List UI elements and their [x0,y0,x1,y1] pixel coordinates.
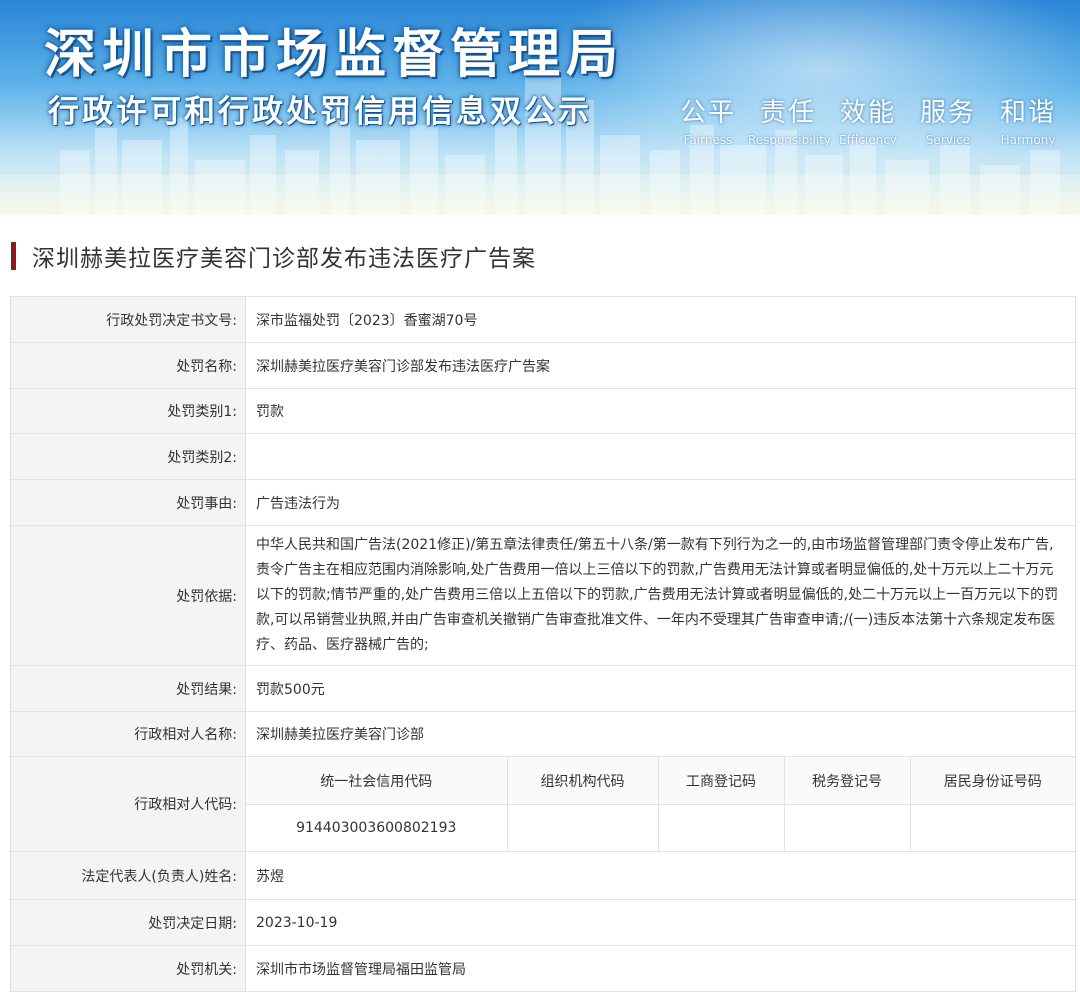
slogan-fairness: 公平 Fairness [668,92,748,147]
slogan-en: Service [925,133,971,147]
table-row: 处罚事由: 广告违法行为 [10,479,1076,526]
code-value: 914403003600802193 [246,804,507,851]
field-value-penalty-name: 深圳赫美拉医疗美容门诊部发布违法医疗广告案 [245,342,1076,389]
site-banner: 深圳市市场监督管理局 行政许可和行政处罚信用信息双公示 公平 Fairness … [0,0,1080,215]
slogan-en: Harmony [1000,133,1056,147]
field-value-basis: 中华人民共和国广告法(2021修正)/第五章法律责任/第五十八条/第一款有下列行… [245,525,1076,666]
field-label: 处罚事由: [10,479,246,526]
slogan-en: Fairness [683,133,733,147]
slogan-cn: 公平 [679,98,736,128]
field-label: 处罚类别1: [10,388,246,434]
case-heading: 深圳赫美拉医疗美容门诊部发布违法医疗广告案 [0,238,536,274]
table-row: 处罚结果: 罚款500元 [10,665,1076,712]
field-label: 法定代表人(负责人)姓名: [10,851,246,900]
field-label: 处罚名称: [10,342,246,389]
field-label: 行政处罚决定书文号: [10,296,246,343]
agency-title: 深圳市市场监督管理局 [44,25,625,85]
table-row: 法定代表人(负责人)姓名: 苏煜 [10,851,1076,900]
code-header: 统一社会信用代码 [246,757,507,805]
field-label: 行政相对人名称: [10,711,246,757]
field-value-party-name: 深圳赫美拉医疗美容门诊部 [245,711,1076,757]
field-label: 处罚结果: [10,665,246,712]
slogan-cn: 效能 [839,98,896,128]
slogan-cn: 责任 [759,98,816,128]
field-label: 行政相对人代码: [10,756,246,852]
code-value [506,804,658,851]
penalty-info-table: 行政处罚决定书文号: 深市监福处罚〔2023〕香蜜湖70号 处罚名称: 深圳赫美… [10,296,1076,992]
code-value-row: 914403003600802193 [246,804,1075,851]
slogan-cn: 和谐 [999,98,1056,128]
case-title: 深圳赫美拉医疗美容门诊部发布违法医疗广告案 [32,246,536,272]
table-row: 行政相对人名称: 深圳赫美拉医疗美容门诊部 [10,711,1076,757]
slogan-en: Responsibility [748,133,832,147]
field-label: 处罚依据: [10,525,246,666]
slogan-responsibility: 责任 Responsibility [748,92,832,147]
party-code-cell: 统一社会信用代码 组织机构代码 工商登记码 税务登记号 居民身份证号码 9144… [245,756,1076,852]
table-row: 处罚类别1: 罚款 [10,388,1076,434]
code-header: 工商登记码 [657,757,784,805]
field-label: 处罚类别2: [10,433,246,480]
slogan-harmony: 和谐 Harmony [988,92,1068,147]
table-row: 处罚依据: 中华人民共和国广告法(2021修正)/第五章法律责任/第五十八条/第… [10,525,1076,666]
slogan-row: 公平 Fairness 责任 Responsibility 效能 Efficie… [668,92,1068,147]
field-value-doc-no: 深市监福处罚〔2023〕香蜜湖70号 [245,296,1076,343]
code-header: 税务登记号 [783,757,910,805]
code-header: 居民身份证号码 [909,757,1075,805]
field-value-category2 [245,433,1076,480]
field-value-category1: 罚款 [245,388,1076,434]
field-value-decision-date: 2023-10-19 [245,899,1076,946]
field-value-legal-rep: 苏煜 [245,851,1076,900]
field-label: 处罚决定日期: [10,899,246,946]
slogan-cn: 服务 [919,98,976,128]
code-value [657,804,784,851]
code-header-row: 统一社会信用代码 组织机构代码 工商登记码 税务登记号 居民身份证号码 [246,757,1075,805]
slogan-service: 服务 Service [908,92,988,147]
slogan-efficiency: 效能 Efficiency [828,92,908,147]
table-row: 处罚机关: 深圳市市场监督管理局福田监管局 [10,945,1076,992]
table-row: 处罚类别2: [10,433,1076,480]
field-value-result: 罚款500元 [245,665,1076,712]
table-row: 处罚决定日期: 2023-10-19 [10,899,1076,946]
code-value [909,804,1075,851]
table-row: 处罚名称: 深圳赫美拉医疗美容门诊部发布违法医疗广告案 [10,342,1076,389]
field-label: 处罚机关: [10,945,246,992]
slogan-en: Efficiency [839,133,897,147]
code-header: 组织机构代码 [506,757,658,805]
field-value-reason: 广告违法行为 [245,479,1076,526]
portal-subtitle: 行政许可和行政处罚信用信息双公示 [48,94,592,130]
heading-accent-bar [11,242,16,270]
table-row: 行政相对人代码: 统一社会信用代码 组织机构代码 工商登记码 税务登记号 居民身… [10,756,1076,852]
table-row: 行政处罚决定书文号: 深市监福处罚〔2023〕香蜜湖70号 [10,296,1076,343]
code-value [783,804,910,851]
field-value-authority: 深圳市市场监督管理局福田监管局 [245,945,1076,992]
party-code-table: 统一社会信用代码 组织机构代码 工商登记码 税务登记号 居民身份证号码 9144… [246,757,1075,851]
